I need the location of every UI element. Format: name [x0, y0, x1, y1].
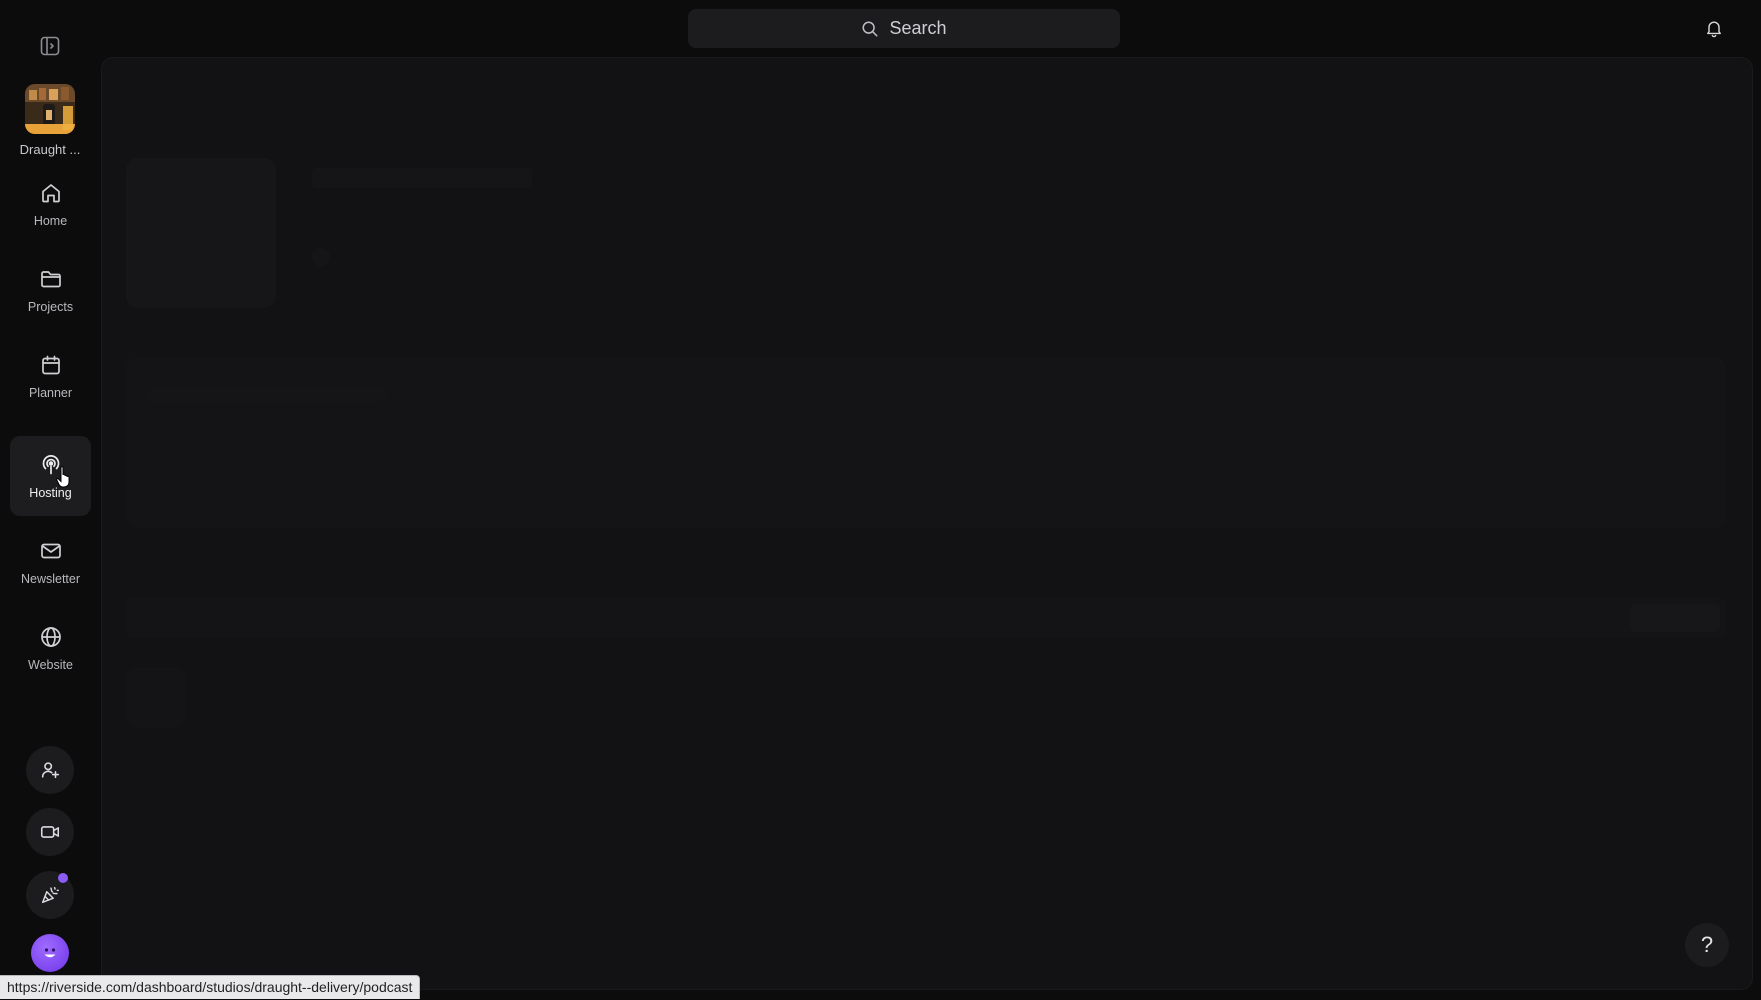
- sidebar: Draught ... Home Projects Planner Hostin…: [0, 0, 100, 1000]
- search-bar[interactable]: Search: [688, 9, 1120, 48]
- bell-icon: [1707, 21, 1721, 38]
- stats-card-placeholder: [126, 358, 1726, 528]
- podcast-cover-placeholder: [126, 158, 276, 308]
- globe-icon: [38, 624, 64, 650]
- sidebar-item-newsletter[interactable]: Newsletter: [10, 522, 91, 602]
- party-popper-icon: [41, 886, 59, 904]
- smiley-icon: [44, 948, 56, 958]
- episodes-header-placeholder: [126, 598, 1726, 638]
- sidebar-item-projects[interactable]: Projects: [10, 250, 91, 330]
- icon-placeholder: [312, 248, 330, 266]
- button-placeholder: [1630, 604, 1720, 632]
- stats-title-placeholder: [146, 388, 386, 402]
- invite-button[interactable]: [26, 746, 74, 794]
- user-avatar[interactable]: [31, 934, 69, 972]
- sidebar-item-planner[interactable]: Planner: [10, 336, 91, 416]
- podcast-icon: [38, 452, 64, 478]
- notification-dot: [58, 873, 68, 883]
- sidebar-item-label: Planner: [28, 386, 73, 400]
- sidebar-item-home[interactable]: Home: [10, 164, 91, 244]
- search-placeholder: Search: [889, 18, 947, 38]
- main-content-panel: [101, 57, 1753, 990]
- studio-name: Draught ...: [19, 142, 81, 157]
- sidebar-item-hosting[interactable]: Hosting: [10, 436, 91, 516]
- video-camera-icon: [40, 826, 60, 838]
- mail-icon: [38, 538, 64, 564]
- sidebar-item-label: Website: [28, 658, 73, 672]
- new-recording-button[interactable]: [26, 808, 74, 856]
- sidebar-item-label: Hosting: [29, 486, 72, 500]
- whats-new-button[interactable]: [26, 871, 74, 919]
- search-icon: [862, 20, 878, 37]
- add-user-icon: [41, 762, 60, 779]
- sidebar-panel-icon: [40, 36, 60, 56]
- notifications-button[interactable]: [1702, 16, 1726, 40]
- studio-thumbnail: [25, 84, 75, 134]
- sidebar-toggle-button[interactable]: [38, 34, 62, 58]
- sidebar-item-label: Newsletter: [20, 572, 81, 586]
- sidebar-item-label: Home: [33, 214, 68, 228]
- help-button[interactable]: ?: [1685, 923, 1729, 967]
- sidebar-item-label: Projects: [27, 300, 74, 314]
- sidebar-item-website[interactable]: Website: [10, 608, 91, 688]
- studio-switcher[interactable]: Draught ...: [8, 84, 92, 157]
- folder-icon: [38, 266, 64, 292]
- title-placeholder: [312, 168, 532, 188]
- home-icon: [38, 180, 64, 206]
- episode-thumb-placeholder: [126, 668, 186, 728]
- link-preview-url: https://riverside.com/dashboard/studios/…: [0, 975, 421, 999]
- calendar-icon: [38, 352, 64, 378]
